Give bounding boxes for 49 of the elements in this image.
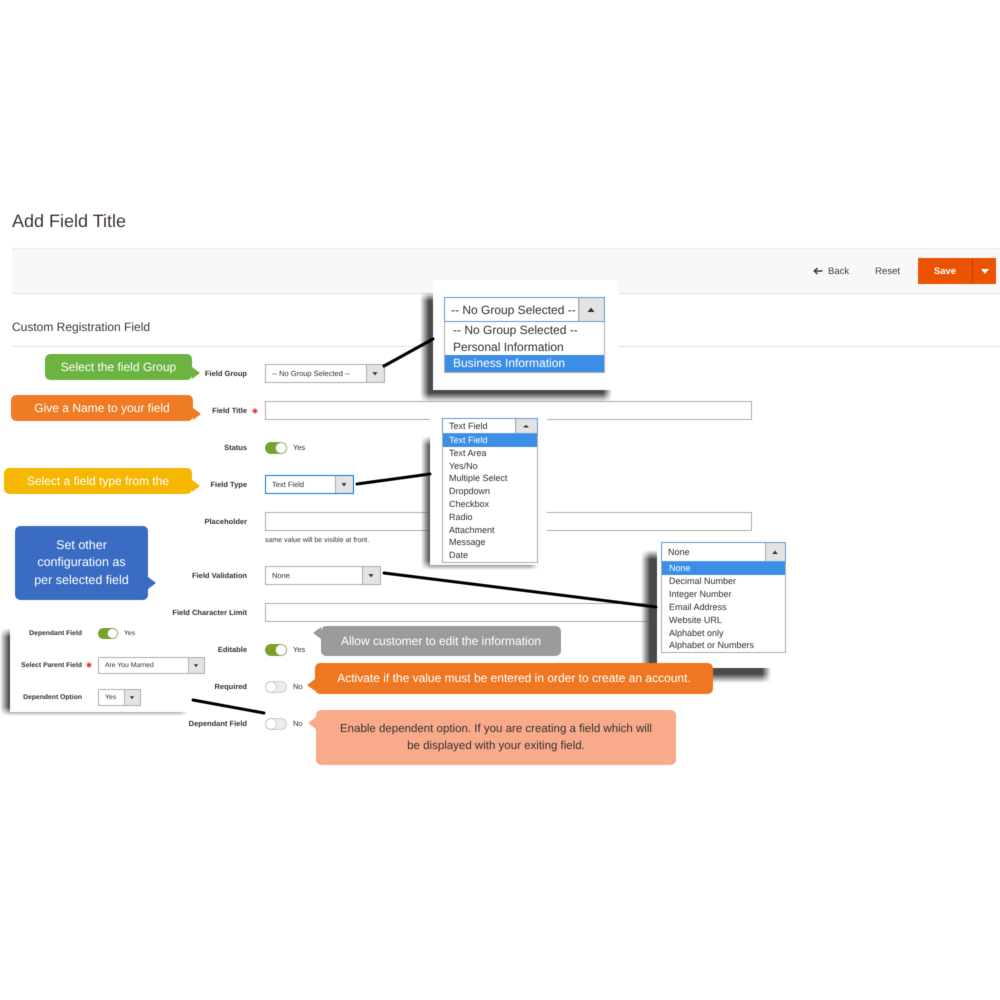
caret-down-icon — [188, 658, 204, 672]
dropdown-option[interactable]: Multiple Select — [443, 472, 537, 486]
toggle-switch[interactable] — [265, 442, 287, 454]
callout: Select the field Group — [45, 354, 200, 380]
section-title: Custom Registration Field — [12, 320, 150, 334]
select-field[interactable]: -- No Group Selected -- — [444, 297, 605, 322]
caret-down-icon — [362, 567, 380, 584]
dropdown-option[interactable]: Dropdown — [443, 485, 537, 498]
dropdown-option[interactable]: Alphabet or Numbers — [662, 639, 785, 652]
select-field[interactable]: Text Field — [442, 418, 538, 434]
arrow-left-icon — [813, 267, 824, 275]
back-button[interactable]: Back — [809, 260, 854, 282]
select-field[interactable]: None — [661, 542, 786, 562]
callout: Set other configuration as per selected field — [15, 526, 156, 600]
dropdown-option[interactable]: Decimal Number — [662, 574, 785, 588]
callout: Give a Name to your field — [11, 395, 201, 421]
caret-down-icon — [980, 268, 988, 274]
reset-button[interactable]: Reset — [871, 260, 904, 282]
dropdown-option[interactable]: Alphabet only — [662, 626, 785, 640]
dropdown-option[interactable]: Personal Information — [445, 338, 604, 355]
dropdown-option[interactable]: Date — [443, 549, 537, 562]
callout: Activate if the value must be entered in order to create an account. — [307, 663, 713, 694]
dropdown-option[interactable]: Attachment — [443, 524, 537, 536]
page-title: Add Field Title — [12, 211, 126, 231]
caret-down-icon — [366, 365, 384, 382]
dropdown-option[interactable]: Integer Number — [662, 588, 785, 601]
callout: Allow customer to edit the information — [313, 626, 561, 656]
dropdown-option[interactable]: Website URL — [662, 614, 785, 627]
callout: Select a field type from the — [4, 468, 200, 494]
dropdown-option[interactable]: Text Area — [443, 446, 537, 460]
caret-down-icon — [335, 476, 353, 493]
dropdown-option[interactable]: Checkbox — [443, 498, 537, 511]
toggle-switch[interactable] — [265, 644, 287, 656]
leader-line — [382, 338, 434, 368]
toggle-switch[interactable] — [265, 718, 287, 730]
caret-down-icon — [124, 690, 140, 704]
caret-up-icon — [765, 543, 785, 561]
save-options-button[interactable] — [972, 258, 996, 284]
caret-up-icon — [515, 419, 537, 433]
dropdown-option[interactable]: Yes/No — [443, 460, 537, 472]
dropdown-option[interactable]: Email Address — [662, 600, 785, 614]
dropdown-option[interactable]: -- No Group Selected -- — [445, 322, 604, 338]
dropdown-option[interactable]: Message — [443, 536, 537, 550]
dropdown-option[interactable]: Radio — [443, 510, 537, 524]
toggle-switch[interactable] — [98, 628, 118, 638]
text-input[interactable] — [265, 401, 752, 420]
callout: Enable dependent option. If you are creating a field which will be displayed with your exiting field. — [308, 710, 676, 765]
toggle-switch[interactable] — [265, 680, 287, 692]
save-button[interactable]: Save — [918, 258, 972, 284]
